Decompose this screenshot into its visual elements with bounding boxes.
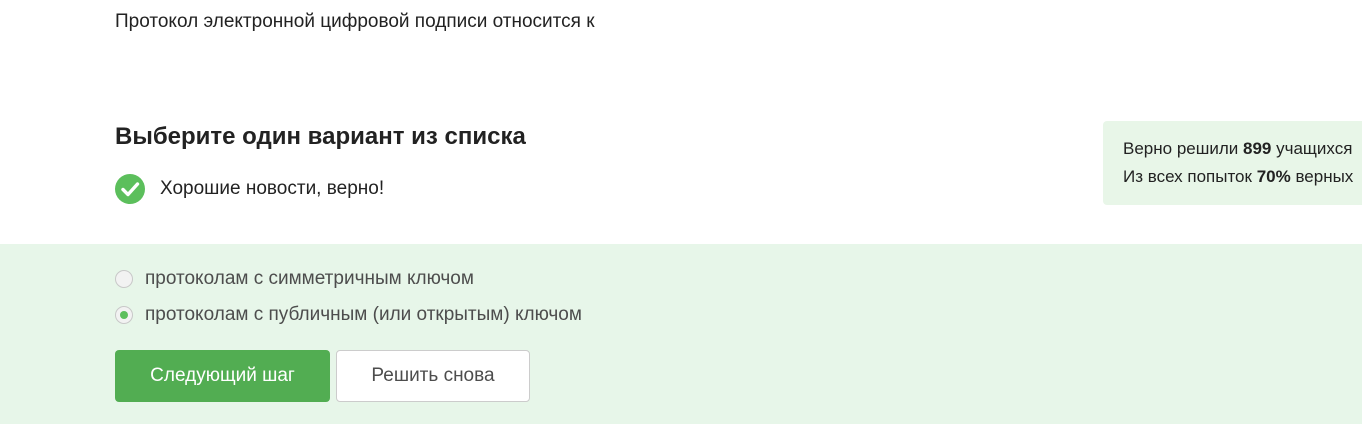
stats-solved-prefix: Верно решили xyxy=(1123,139,1243,158)
stats-solved-suffix: учащихся xyxy=(1271,139,1353,158)
stats-solved: Верно решили 899 учащихся xyxy=(1123,135,1362,163)
feedback-text: Хорошие новости, верно! xyxy=(160,178,385,199)
stats-attempts-prefix: Из всех попыток xyxy=(1123,167,1257,186)
quiz-page: Протокол электронной цифровой подписи от… xyxy=(0,0,1362,424)
option-label[interactable]: протоколам с публичным (или открытым) кл… xyxy=(145,304,582,326)
feedback-message: Хорошие новости, верно! xyxy=(115,174,384,204)
option-label[interactable]: протоколам с симметричным ключом xyxy=(145,268,474,290)
retry-button[interactable]: Решить снова xyxy=(336,350,530,402)
stats-attempts-suffix: верных xyxy=(1290,167,1354,186)
radio-button-selected[interactable] xyxy=(115,306,133,324)
next-step-button[interactable]: Следующий шаг xyxy=(115,350,330,402)
quiz-title: Выберите один вариант из списка xyxy=(115,123,526,150)
option-symmetric[interactable]: протоколам с симметричным ключом xyxy=(115,267,474,291)
stats-attempts: Из всех попыток 70% верных xyxy=(1123,163,1362,191)
stats-box: Верно решили 899 учащихся Из всех попыто… xyxy=(1103,121,1362,205)
radio-button[interactable] xyxy=(115,270,133,288)
checkmark-circle-icon xyxy=(115,174,145,204)
question-text: Протокол электронной цифровой подписи от… xyxy=(115,11,595,32)
stats-solved-count: 899 xyxy=(1243,139,1272,158)
stats-attempts-percent: 70% xyxy=(1256,167,1291,186)
option-public-key[interactable]: протоколам с публичным (или открытым) кл… xyxy=(115,303,582,327)
